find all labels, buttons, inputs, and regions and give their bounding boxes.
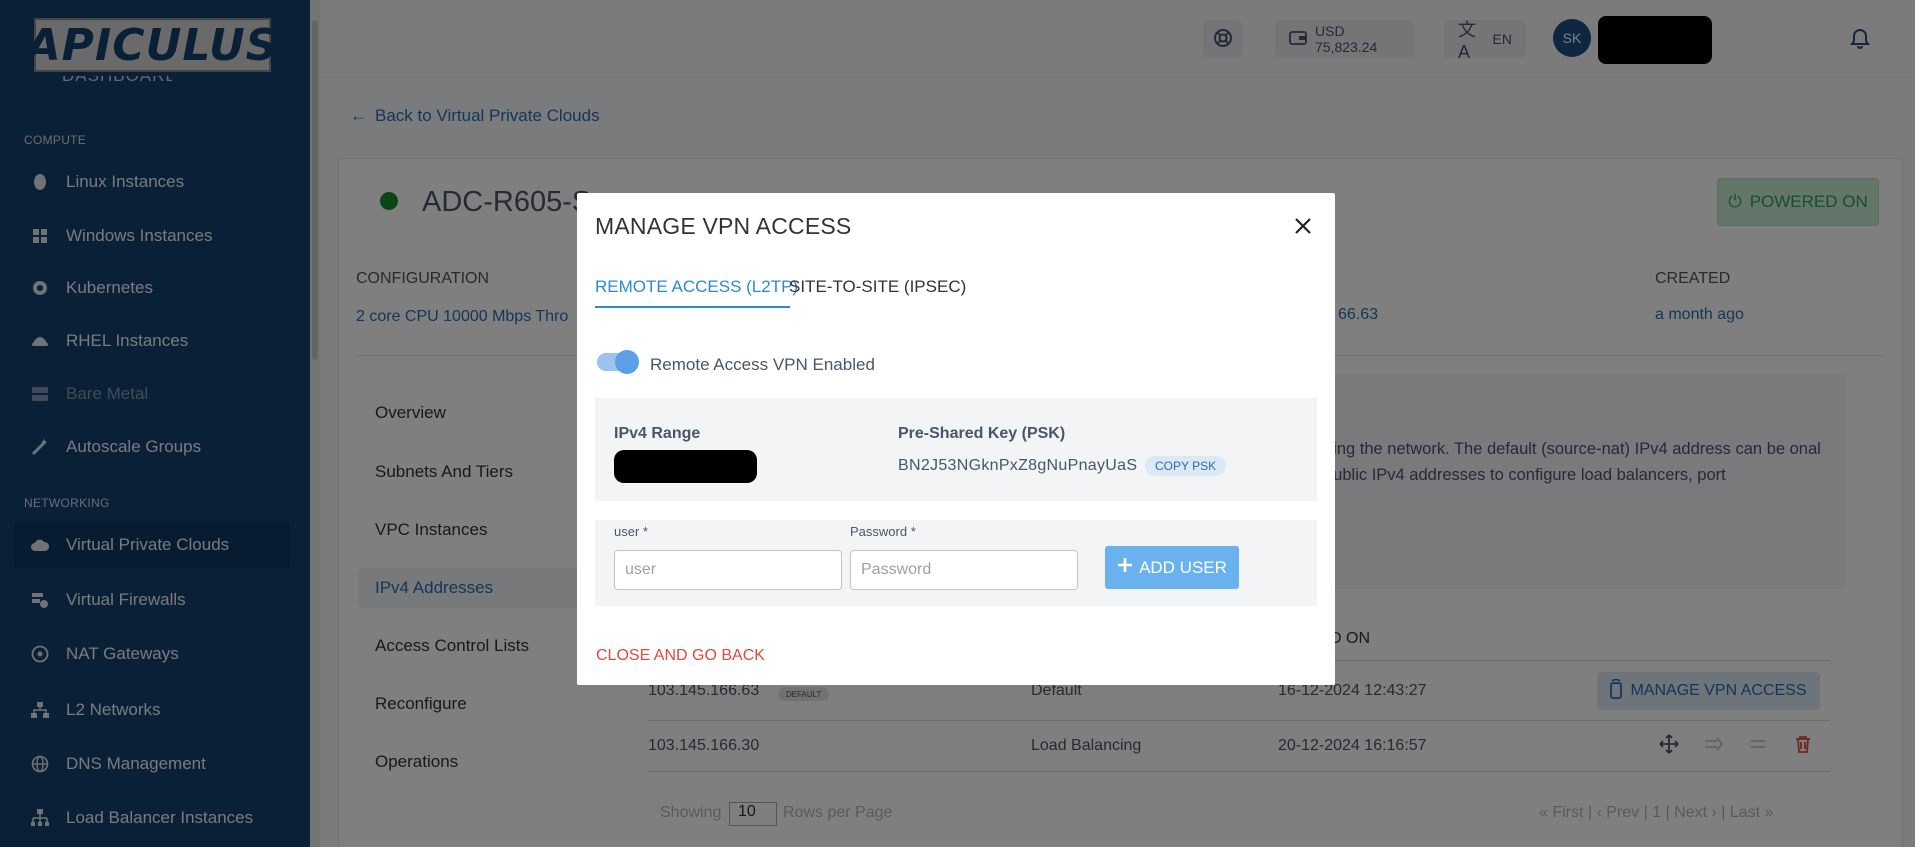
psk-label: Pre-Shared Key (PSK) <box>898 425 1066 442</box>
tab-remote-access[interactable]: REMOTE ACCESS (L2TP) <box>595 277 798 297</box>
add-user-label: ADD USER <box>1139 557 1227 577</box>
psk-value: BN2J53NGknPxZ8gNuPnayUaS <box>898 457 1138 474</box>
tab-site-to-site[interactable]: SITE-TO-SITE (IPSEC) <box>789 277 966 297</box>
toggle-label: Remote Access VPN Enabled <box>650 355 875 374</box>
close-and-go-back-link[interactable]: CLOSE AND GO BACK <box>596 647 765 665</box>
ipv4-range-label: IPv4 Range <box>614 425 701 442</box>
password-label: Password * <box>850 524 916 539</box>
active-tab-underline <box>595 306 790 308</box>
redacted-ipv4-range <box>614 450 757 483</box>
password-input[interactable] <box>850 550 1078 590</box>
copy-psk-button[interactable]: COPY PSK <box>1145 456 1227 476</box>
user-label: user * <box>614 524 648 539</box>
toggle-knob[interactable] <box>615 350 639 374</box>
manage-vpn-modal: MANAGE VPN ACCESS REMOTE ACCESS (L2TP) S… <box>577 193 1335 685</box>
plus-icon <box>1117 557 1133 578</box>
add-user-button[interactable]: ADD USER <box>1105 546 1239 589</box>
modal-title: MANAGE VPN ACCESS <box>595 213 852 239</box>
user-input[interactable] <box>614 550 842 590</box>
close-icon[interactable] <box>1290 213 1316 239</box>
